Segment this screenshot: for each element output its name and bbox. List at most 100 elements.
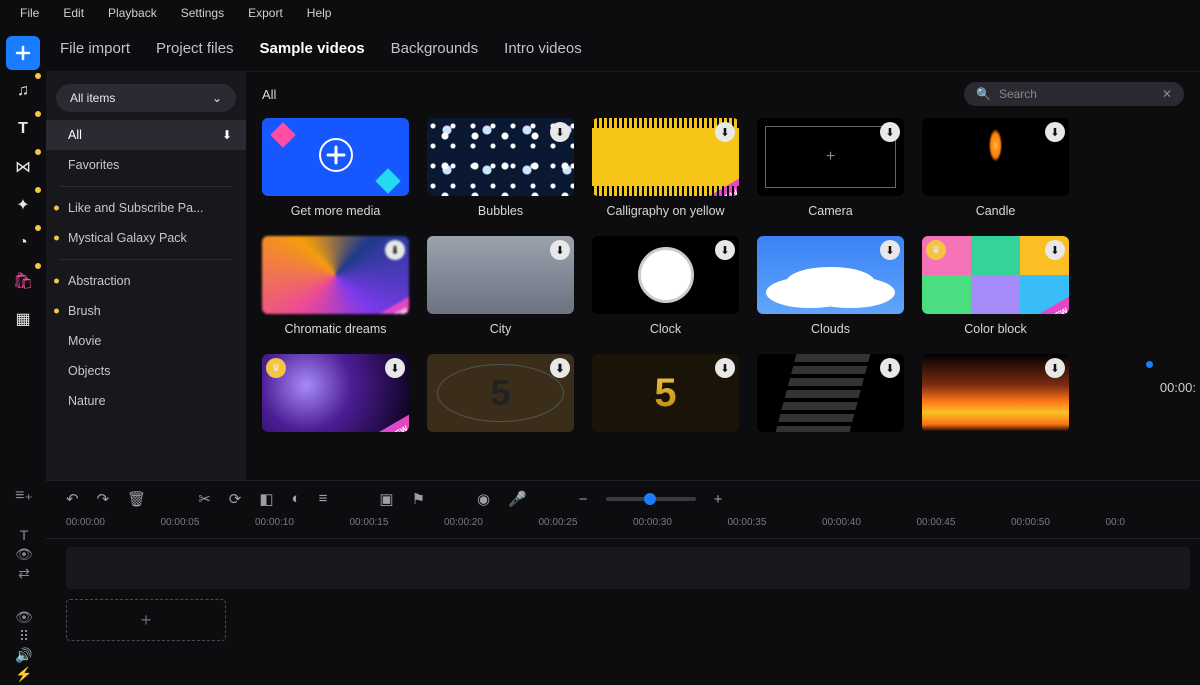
media-card[interactable]: ⬇♛NEWColor block: [922, 236, 1069, 336]
download-icon[interactable]: ⬇: [1045, 122, 1065, 142]
sidebar-item[interactable]: Favorites: [46, 150, 246, 180]
titles-icon[interactable]: T: [6, 112, 40, 146]
sidebar-item[interactable]: Objects: [46, 356, 246, 386]
track-link-icon[interactable]: ⇄: [6, 565, 42, 581]
media-thumbnail[interactable]: ⬇NEW: [592, 118, 739, 196]
elements-icon[interactable]: 🛍: [6, 264, 40, 298]
color-adjust-icon[interactable]: ◐: [292, 490, 301, 508]
zoom-in-icon[interactable]: +: [714, 491, 723, 508]
search-input[interactable]: 🔍 Search ✕: [964, 82, 1184, 106]
sidebar-item[interactable]: Mystical Galaxy Pack: [46, 223, 246, 253]
media-card[interactable]: ⬇Candle: [922, 118, 1069, 218]
sidebar-item[interactable]: Brush: [46, 296, 246, 326]
crop-icon[interactable]: ◧: [259, 490, 273, 508]
category-dropdown[interactable]: All items ⌄: [56, 84, 236, 112]
track-text-icon[interactable]: T: [6, 527, 42, 543]
media-card[interactable]: ⬇Clouds: [757, 236, 904, 336]
undo-icon[interactable]: ↶: [66, 490, 79, 508]
timeline-ruler[interactable]: 00:00:0000:00:0500:00:1000:00:1500:00:20…: [46, 517, 1200, 539]
download-icon[interactable]: ⬇: [385, 240, 405, 260]
download-icon[interactable]: ⬇: [880, 358, 900, 378]
microphone-icon[interactable]: 🎤: [508, 490, 527, 508]
media-card[interactable]: ⬇: [757, 354, 904, 432]
tab-intro-videos[interactable]: Intro videos: [504, 40, 582, 57]
preview-scrubber-handle[interactable]: [1144, 359, 1155, 370]
media-card[interactable]: ⬇Bubbles: [427, 118, 574, 218]
sidebar-item[interactable]: Like and Subscribe Pa...: [46, 193, 246, 223]
media-card[interactable]: Get more media: [262, 118, 409, 218]
track-eye-icon-2[interactable]: 👁: [6, 609, 42, 625]
media-thumbnail[interactable]: ⬇NEW: [262, 236, 409, 314]
transitions-icon[interactable]: ◔: [6, 226, 40, 260]
download-icon[interactable]: ⬇: [715, 358, 735, 378]
track-fx-icon[interactable]: ⚡: [6, 666, 42, 682]
media-card[interactable]: 5⬇: [592, 354, 739, 432]
download-icon[interactable]: ⬇: [715, 122, 735, 142]
media-card[interactable]: ⬇: [922, 354, 1069, 432]
media-thumbnail[interactable]: ⬇♛NEW: [262, 354, 409, 432]
sidebar-item[interactable]: Abstraction: [46, 266, 246, 296]
delete-icon[interactable]: 🗑: [127, 490, 146, 508]
menu-playback[interactable]: Playback: [96, 6, 169, 20]
audio-icon[interactable]: ♫: [6, 74, 40, 108]
redo-icon[interactable]: ↷: [97, 490, 110, 508]
media-thumbnail[interactable]: ⬇: [922, 354, 1069, 432]
media-thumbnail[interactable]: 5⬇: [592, 354, 739, 432]
download-icon[interactable]: ⬇: [550, 122, 570, 142]
media-card[interactable]: ⬇NEWChromatic dreams: [262, 236, 409, 336]
track-eye-icon[interactable]: 👁: [6, 546, 42, 562]
media-thumbnail[interactable]: ⬇: [427, 118, 574, 196]
tab-backgrounds[interactable]: Backgrounds: [391, 40, 479, 57]
menu-settings[interactable]: Settings: [169, 6, 236, 20]
tab-project-files[interactable]: Project files: [156, 40, 234, 57]
media-thumbnail[interactable]: ⬇: [922, 118, 1069, 196]
media-thumbnail[interactable]: [262, 118, 409, 196]
stickers-icon[interactable]: ⋈: [6, 150, 40, 184]
media-card[interactable]: ⬇City: [427, 236, 574, 336]
sidebar-item[interactable]: All⬇: [46, 120, 246, 150]
download-icon[interactable]: ⬇: [1045, 358, 1065, 378]
menu-edit[interactable]: Edit: [51, 6, 96, 20]
record-video-icon[interactable]: ◉: [477, 490, 490, 508]
media-thumbnail[interactable]: 5⬇: [427, 354, 574, 432]
media-card[interactable]: 5⬇: [427, 354, 574, 432]
clear-search-icon[interactable]: ✕: [1162, 87, 1172, 101]
menu-export[interactable]: Export: [236, 6, 295, 20]
track-volume-icon[interactable]: 🔊: [6, 647, 42, 663]
menu-file[interactable]: File: [8, 6, 51, 20]
download-icon[interactable]: ⬇: [1045, 240, 1065, 260]
media-card[interactable]: +⬇Camera: [757, 118, 904, 218]
zoom-slider[interactable]: [606, 497, 696, 501]
media-thumbnail[interactable]: +⬇: [757, 118, 904, 196]
tab-sample-videos[interactable]: Sample videos: [260, 40, 365, 57]
download-icon[interactable]: ⬇: [715, 240, 735, 260]
rotate-icon[interactable]: ⟳: [229, 490, 242, 508]
media-thumbnail[interactable]: ⬇♛NEW: [922, 236, 1069, 314]
clip-props-icon[interactable]: ≡: [319, 490, 328, 508]
track-options-icon[interactable]: ⠿: [6, 628, 42, 644]
add-clip-slot[interactable]: +: [66, 599, 226, 641]
download-icon[interactable]: ⬇: [550, 358, 570, 378]
media-card[interactable]: ⬇NEWCalligraphy on yellow: [592, 118, 739, 218]
media-card[interactable]: ⬇Clock: [592, 236, 739, 336]
download-all-icon[interactable]: ⬇: [222, 128, 232, 142]
sidebar-item[interactable]: Nature: [46, 386, 246, 416]
download-icon[interactable]: ⬇: [880, 240, 900, 260]
video-track[interactable]: [66, 547, 1200, 589]
add-media-button[interactable]: [6, 36, 40, 70]
zoom-out-icon[interactable]: −: [579, 491, 588, 508]
download-icon[interactable]: ⬇: [385, 358, 405, 378]
menu-help[interactable]: Help: [295, 6, 344, 20]
media-thumbnail[interactable]: ⬇: [757, 236, 904, 314]
effects-icon[interactable]: ✦: [6, 188, 40, 222]
media-thumbnail[interactable]: ⬇: [757, 354, 904, 432]
media-thumbnail[interactable]: ⬇: [592, 236, 739, 314]
download-icon[interactable]: ⬇: [550, 240, 570, 260]
insert-freeze-icon[interactable]: ▣: [379, 490, 393, 508]
audio-track[interactable]: +: [66, 599, 1200, 641]
split-icon[interactable]: ✂: [198, 490, 211, 508]
add-track-icon[interactable]: ≡₊: [6, 487, 42, 503]
sidebar-item[interactable]: Movie: [46, 326, 246, 356]
media-thumbnail[interactable]: ⬇: [427, 236, 574, 314]
media-card[interactable]: ⬇♛NEW: [262, 354, 409, 432]
